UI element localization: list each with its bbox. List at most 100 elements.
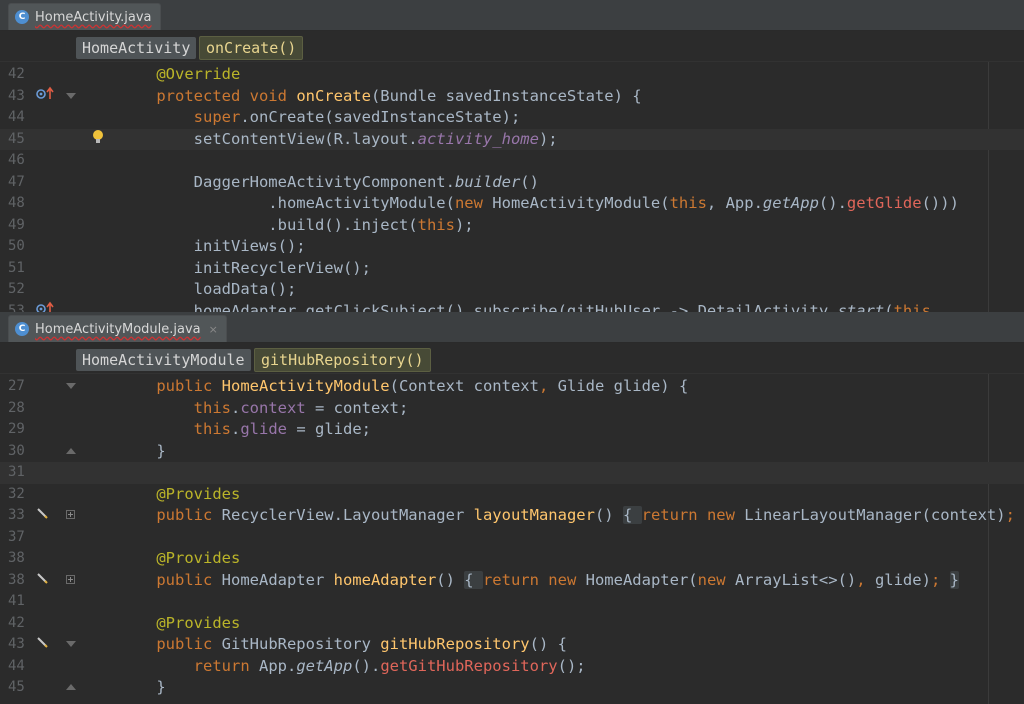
code-line[interactable]: 33 public RecyclerView.LayoutManager lay… — [0, 505, 1024, 527]
code-text: initRecyclerView(); — [119, 258, 371, 280]
code-line[interactable]: 41 — [0, 591, 1024, 613]
code-line[interactable]: 45 } — [0, 677, 1024, 699]
close-icon[interactable]: × — [209, 323, 218, 336]
line-number: 53 — [8, 302, 25, 313]
bulb-icon[interactable] — [92, 129, 104, 153]
code-token: ; — [1005, 506, 1015, 524]
code-line[interactable]: 50 initViews(); — [0, 236, 1024, 258]
fold-icon[interactable] — [66, 510, 75, 519]
code-line[interactable]: 37 — [0, 527, 1024, 549]
code-token: .onCreate(savedInstanceState); — [240, 108, 521, 126]
code-token: return — [193, 656, 259, 675]
code-token: initViews(); — [119, 237, 306, 255]
code-line[interactable]: 43 protected void onCreate(Bundle savedI… — [0, 86, 1024, 108]
breadcrumb-class[interactable]: HomeActivity — [76, 37, 197, 59]
code-text: } — [119, 677, 166, 699]
code-token: this — [669, 194, 707, 212]
code-text: initViews(); — [119, 236, 306, 258]
code-line[interactable]: 53 homeAdapter.getClickSubject().subscri… — [0, 301, 1024, 313]
code-token: (); — [557, 656, 586, 675]
code-text: @Provides — [119, 484, 240, 506]
code-line[interactable]: 47 DaggerHomeActivityComponent.builder() — [0, 172, 1024, 194]
code-line[interactable]: 52 loadData(); — [0, 279, 1024, 301]
code-line[interactable]: 29 this.glide = glide; — [0, 419, 1024, 441]
breadcrumb-class[interactable]: HomeActivityModule — [76, 349, 251, 371]
line-number: 30 — [8, 442, 25, 459]
code-token: } — [949, 570, 959, 589]
line-number: 49 — [8, 216, 25, 233]
code-token: } — [119, 678, 166, 696]
code-token: this — [193, 420, 231, 438]
fold-start-icon[interactable] — [66, 92, 76, 99]
code-line[interactable]: 44 super.onCreate(savedInstanceState); — [0, 107, 1024, 129]
code-text: @Provides — [119, 613, 240, 635]
code-text: .homeActivityModule(new HomeActivityModu… — [119, 193, 959, 215]
code-line[interactable]: 31 — [0, 462, 1024, 484]
code-line[interactable]: 48 .homeActivityModule(new HomeActivityM… — [0, 193, 1024, 215]
line-number: 42 — [8, 614, 25, 631]
tab-home-activity[interactable]: C HomeActivity.java — [8, 3, 161, 30]
line-number: 27 — [8, 378, 25, 394]
tab-label: HomeActivity.java — [35, 9, 152, 25]
code-token: gitHubRepository — [380, 635, 530, 653]
code-line[interactable]: 45 setContentView(R.layout.activity_home… — [0, 128, 1024, 153]
code-token: () — [436, 570, 465, 589]
breadcrumb-method[interactable]: gitHubRepository() — [254, 348, 431, 372]
code-token: = context; — [305, 398, 409, 417]
fold-icon[interactable] — [66, 574, 75, 584]
code-area[interactable]: 27 public HomeActivityModule(Context con… — [0, 374, 1024, 704]
code-token: return new — [641, 506, 745, 524]
code-token: initRecyclerView(); — [119, 258, 371, 277]
code-token: return new — [482, 570, 586, 589]
code-line[interactable]: 43 public GitHubRepository gitHubReposit… — [0, 634, 1024, 656]
tab-bar: C HomeActivityModule.java × — [0, 312, 1024, 343]
code-line[interactable]: 42 @Override — [0, 64, 1024, 86]
code-token: new — [697, 570, 735, 589]
code-area[interactable]: 42 @Override 43 protected void onCreate(B… — [0, 62, 1024, 312]
code-token: new — [454, 194, 493, 212]
code-line[interactable]: 30 } — [0, 441, 1024, 463]
code-line[interactable]: 27 public HomeActivityModule(Context con… — [0, 376, 1024, 398]
code-token: (Bundle savedInstanceState) { — [370, 86, 642, 105]
tab-label: HomeActivityModule.java — [35, 321, 201, 337]
line-number: 50 — [8, 238, 25, 254]
code-line[interactable]: 51 initRecyclerView(); — [0, 258, 1024, 280]
code-token: .homeActivityModule( — [119, 194, 455, 212]
code-token: (). — [818, 194, 847, 212]
line-number: 47 — [8, 173, 25, 190]
code-token: () — [594, 506, 623, 524]
code-token: } — [119, 441, 166, 460]
code-line[interactable]: 42 @Provides — [0, 613, 1024, 635]
fold-end-icon[interactable] — [66, 447, 76, 454]
code-text: DaggerHomeActivityComponent.builder() — [119, 172, 539, 194]
code-line[interactable]: 38 @Provides — [0, 548, 1024, 570]
code-line[interactable]: 46 — [0, 150, 1024, 172]
override-gutter-icon[interactable] — [36, 301, 56, 312]
code-token: App. — [258, 656, 297, 675]
code-line[interactable]: 44 return App.getApp().getGitHubReposito… — [0, 656, 1024, 678]
code-token: (Context context — [389, 377, 539, 395]
code-line[interactable]: 32 @Provides — [0, 484, 1024, 506]
override-gutter-icon[interactable] — [36, 86, 56, 108]
fold-end-icon[interactable] — [66, 684, 76, 690]
code-line[interactable]: 38 public HomeAdapter homeAdapter() { re… — [0, 570, 1024, 592]
code-token: public — [156, 635, 222, 653]
tab-home-activity-module[interactable]: C HomeActivityModule.java × — [8, 315, 227, 342]
code-token: . — [230, 420, 241, 438]
fold-start-icon[interactable] — [66, 641, 76, 647]
code-line[interactable]: 49 .build().inject(this); — [0, 215, 1024, 237]
code-line[interactable]: 28 this.context = context; — [0, 398, 1024, 420]
fold-start-icon[interactable] — [66, 383, 76, 389]
breadcrumb-method[interactable]: onCreate() — [199, 36, 304, 60]
line-number: 52 — [8, 281, 25, 297]
editor-pane-top: C HomeActivity.java HomeActivity onCreat… — [0, 0, 1024, 312]
line-number: 44 — [8, 109, 25, 125]
code-token: GitHubRepository — [221, 635, 381, 653]
code-text: @Override — [119, 64, 240, 86]
